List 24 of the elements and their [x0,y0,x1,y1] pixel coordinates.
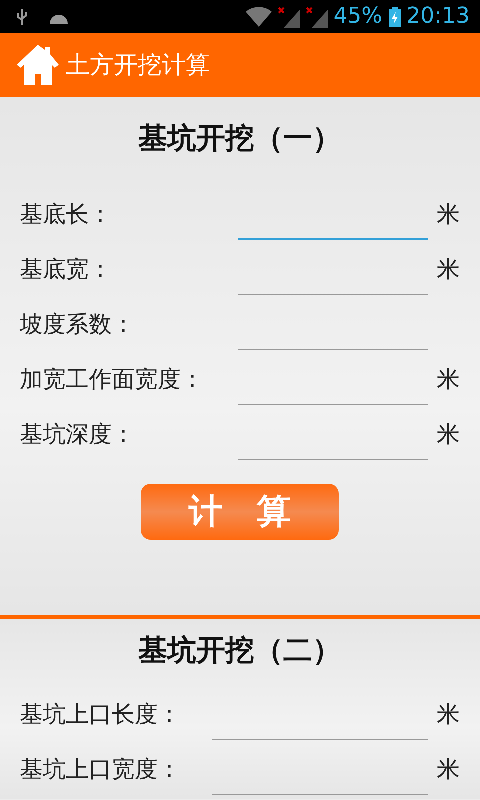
section-title: 基坑开挖（一） [138,120,342,157]
wifi-icon [246,6,272,26]
calculate-button[interactable]: 计 算 [141,484,339,540]
app-title: 土方开挖计算 [66,50,210,81]
unit-label: 米 [436,366,460,395]
unit-label: 米 [436,201,460,230]
battery-icon [388,6,401,26]
signal-icon [278,6,300,28]
signal-icon [306,6,328,28]
field-label: 基坑深度： [20,421,136,450]
unit-label: 米 [436,701,460,730]
field-label: 基坑上口长度： [20,701,182,730]
field-label: 坡度系数： [20,311,136,340]
unit-label: 米 [436,256,460,285]
unit-label: 米 [436,421,460,450]
battery-percent: 45% [334,4,383,29]
field-label: 基坑上口宽度： [20,756,182,785]
home-icon[interactable] [16,43,60,87]
field-label: 加宽工作面宽度： [20,366,205,395]
field-label: 基底宽： [20,256,113,285]
field-label: 基底长： [20,201,113,230]
unit-label: 米 [436,756,460,785]
clock: 20:13 [406,4,470,29]
section-title: 基坑开挖（二） [138,632,342,669]
